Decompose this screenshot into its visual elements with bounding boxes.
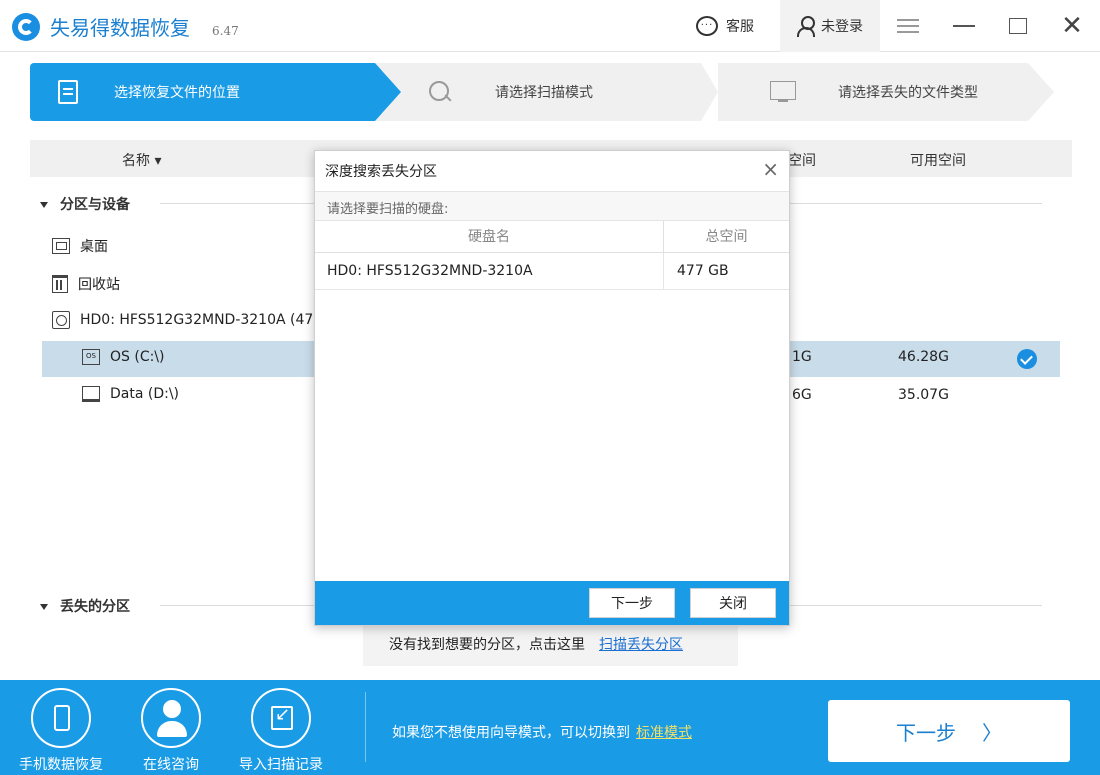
- step-select-location: 选择恢复文件的位置: [30, 63, 375, 121]
- tree-item-recycle-bin[interactable]: 回收站: [52, 274, 120, 294]
- chat-icon: ···: [696, 16, 718, 36]
- column-free-space: 可用空间: [910, 153, 966, 169]
- column-name[interactable]: 名称 ▾: [122, 150, 161, 170]
- recycle-bin-icon: [52, 275, 68, 293]
- scan-lost-partition-link[interactable]: 扫描丢失分区: [599, 634, 683, 654]
- lost-note-text: 没有找到想要的分区，点击这里: [389, 637, 585, 653]
- checkmark-icon[interactable]: [1017, 349, 1037, 369]
- step-label: 选择恢复文件的位置: [114, 85, 240, 101]
- os-drive-icon: OS: [82, 349, 100, 365]
- maximize-button[interactable]: [996, 0, 1040, 52]
- login-button[interactable]: 未登录: [780, 0, 880, 52]
- column-total-space: 总空间: [705, 229, 748, 245]
- sort-down-icon: ▾: [150, 153, 162, 169]
- dialog-subtitle: 请选择要扫描的硬盘:: [315, 191, 789, 221]
- user-icon: [797, 16, 815, 37]
- table-row[interactable]: HD0: HFS512G32MND-3210A 477 GB: [315, 253, 789, 290]
- online-consult-button[interactable]: 在线咨询: [126, 688, 216, 774]
- dialog-next-button[interactable]: 下一步: [589, 588, 675, 618]
- column-disk-name: 硬盘名: [315, 221, 664, 253]
- drive-icon: [82, 386, 100, 402]
- desktop-icon: [52, 238, 70, 254]
- next-step-button[interactable]: 下一步 〉: [828, 700, 1070, 762]
- step-label: 请选择扫描模式: [495, 85, 593, 101]
- maximize-icon: [1009, 18, 1027, 34]
- dialog-close-icon[interactable]: ×: [762, 157, 779, 181]
- data-free-space: 35.07G: [898, 387, 949, 403]
- step-label: 请选择丢失的文件类型: [838, 85, 978, 101]
- document-icon: [58, 80, 78, 104]
- app-version: 6.47: [212, 24, 239, 38]
- close-window-button[interactable]: ✕: [1050, 0, 1094, 52]
- dialog-table-header: 硬盘名 总空间: [315, 221, 789, 253]
- standard-mode-link[interactable]: 标准模式: [636, 725, 692, 741]
- step-scan-mode: 请选择扫描模式: [401, 63, 701, 121]
- support-agent-icon: [141, 688, 201, 748]
- app-logo-icon: [12, 13, 40, 41]
- minimize-icon: [953, 25, 975, 27]
- tree-item-disk[interactable]: HD0: HFS512G32MND-3210A (47: [52, 311, 313, 329]
- deep-search-dialog: 深度搜索丢失分区 × 请选择要扫描的硬盘: 硬盘名 总空间 HD0: HFS51…: [314, 150, 790, 626]
- customer-service-label: 客服: [726, 19, 754, 35]
- close-icon: ✕: [1061, 11, 1083, 41]
- collapse-triangle-icon: [40, 604, 48, 610]
- disk-name-cell: HD0: HFS512G32MND-3210A: [315, 253, 664, 290]
- menu-button[interactable]: [886, 0, 930, 52]
- dialog-title: 深度搜索丢失分区: [325, 164, 437, 180]
- hard-disk-icon: [52, 311, 70, 329]
- lost-partition-note: 没有找到想要的分区，点击这里 扫描丢失分区: [363, 622, 738, 666]
- os-total-space: 1G: [792, 349, 812, 365]
- dialog-footer: 下一步 关闭: [315, 581, 789, 625]
- collapse-triangle-icon: [40, 202, 48, 208]
- tree-item-desktop[interactable]: 桌面: [52, 236, 108, 256]
- mode-switch-hint: 如果您不想使用向导模式，可以切换到 标准模式: [392, 725, 692, 741]
- data-total-space: 6G: [792, 387, 812, 403]
- customer-service-button[interactable]: ··· 客服: [696, 0, 754, 52]
- bottom-bar: 手机数据恢复 在线咨询 导入扫描记录 如果您不想使用向导模式，可以切换到标准模式…: [0, 680, 1100, 775]
- disk-space-cell: 477 GB: [677, 263, 729, 279]
- phone-recovery-button[interactable]: 手机数据恢复: [16, 688, 106, 774]
- wizard-steps: 选择恢复文件的位置 请选择扫描模式 请选择丢失的文件类型: [30, 63, 1054, 121]
- section-devices[interactable]: 分区与设备: [40, 194, 130, 214]
- search-icon: [429, 81, 451, 103]
- chevron-right-icon: 〉: [982, 720, 1002, 745]
- app-name: 失易得数据恢复: [50, 16, 190, 40]
- monitor-icon: [770, 81, 796, 103]
- tree-item-data-d[interactable]: Data (D:\): [82, 386, 179, 402]
- import-icon: [251, 688, 311, 748]
- os-free-space: 46.28G: [898, 349, 949, 365]
- import-scan-record-button[interactable]: 导入扫描记录: [236, 688, 326, 774]
- title-bar: 失易得数据恢复 6.47 ··· 客服 未登录 ✕: [0, 0, 1100, 52]
- tree-item-os-c[interactable]: OS OS (C:\): [82, 349, 165, 365]
- minimize-button[interactable]: [942, 0, 986, 52]
- phone-icon: [31, 688, 91, 748]
- section-lost-partitions[interactable]: 丢失的分区: [40, 596, 130, 616]
- login-label: 未登录: [821, 19, 863, 35]
- column-total-space: 空间: [788, 153, 816, 169]
- dialog-close-button[interactable]: 关闭: [690, 588, 776, 618]
- hamburger-icon: [897, 19, 919, 33]
- step-file-type: 请选择丢失的文件类型: [718, 63, 1028, 121]
